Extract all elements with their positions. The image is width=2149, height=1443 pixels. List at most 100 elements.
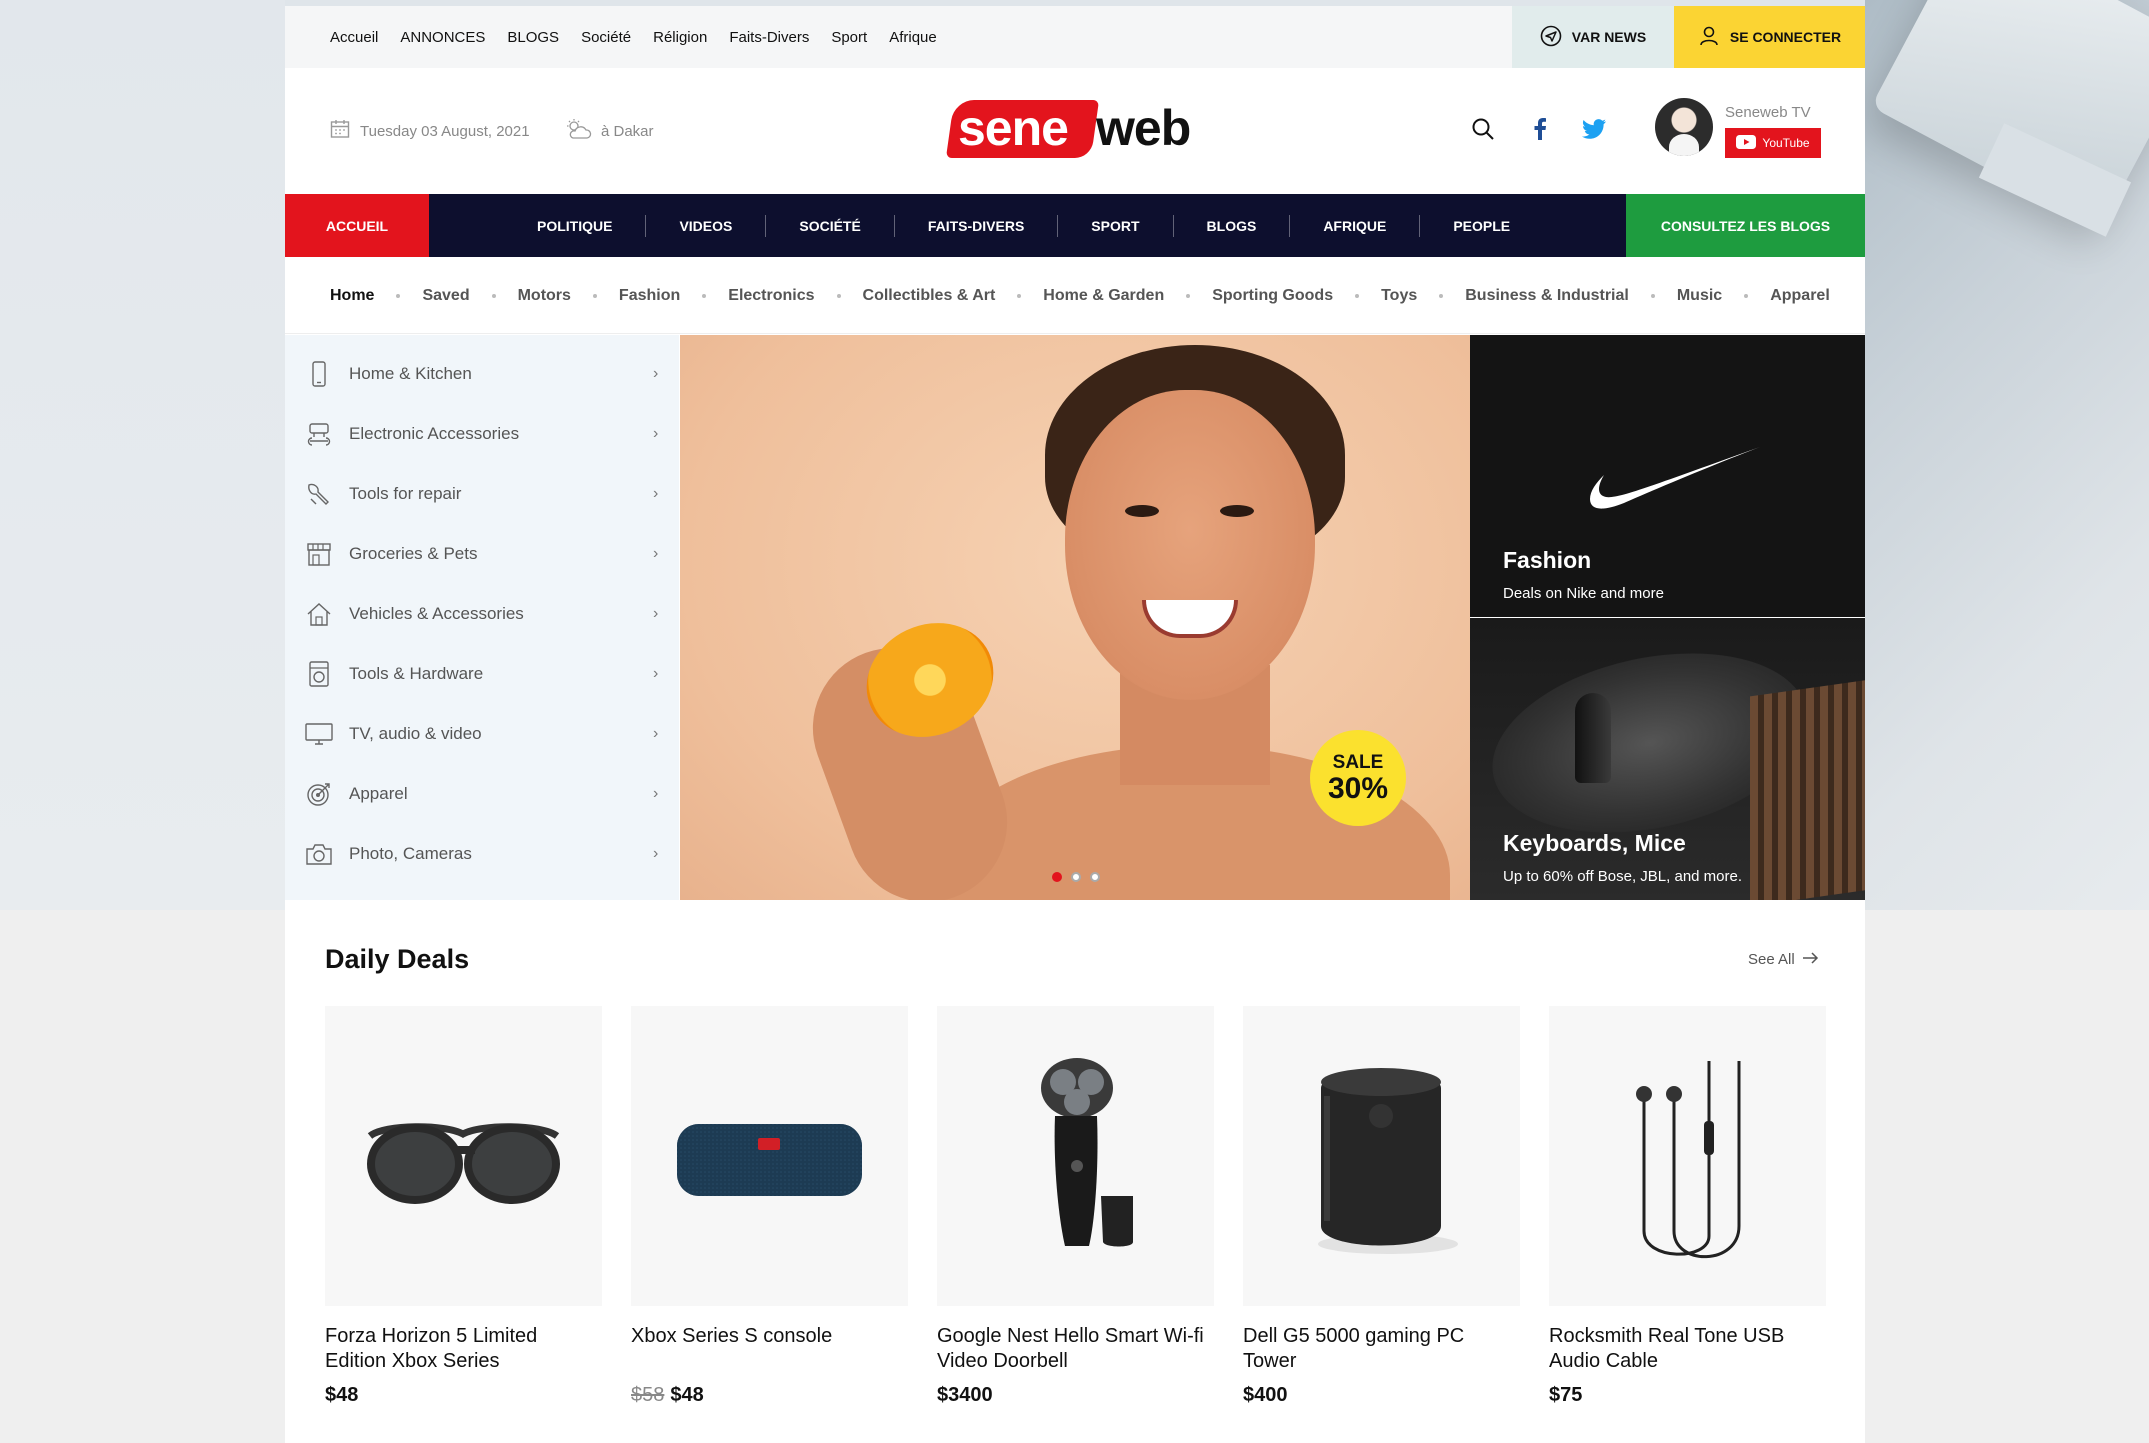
sidebar-item-label: Electronic Accessories	[349, 424, 520, 443]
main-nav-sport[interactable]: SPORT	[1058, 214, 1174, 237]
house-icon	[305, 600, 333, 628]
twitter-icon[interactable]	[1579, 114, 1609, 144]
main-nav-people[interactable]: PEOPLE	[1420, 215, 1543, 237]
login-button[interactable]: SE CONNECTER	[1674, 6, 1865, 68]
sidebar-item-tv-audio[interactable]: TV, audio & video ›	[285, 704, 679, 764]
facebook-icon[interactable]	[1525, 114, 1555, 144]
category-home[interactable]: Home	[330, 287, 374, 305]
date-text: Tuesday 03 August, 2021	[360, 122, 530, 140]
phone-icon	[305, 360, 333, 388]
consult-blogs-button[interactable]: CONSULTEZ LES BLOGS	[1626, 194, 1865, 257]
main-nav-afrique[interactable]: AFRIQUE	[1290, 214, 1421, 237]
category-sporting-goods[interactable]: Sporting Goods	[1212, 287, 1333, 305]
youtube-icon	[1736, 134, 1757, 152]
product-card[interactable]: Google Nest Hello Smart Wi-fi Video Door…	[937, 1006, 1214, 1406]
slider-dot-1[interactable]	[1052, 872, 1062, 882]
product-image	[631, 1006, 908, 1306]
top-link-accueil[interactable]: Accueil	[330, 29, 378, 46]
top-link-blogs[interactable]: BLOGS	[507, 29, 559, 46]
sidebar-item-vehicles[interactable]: Vehicles & Accessories ›	[285, 584, 679, 644]
main-nav-faits-divers[interactable]: FAITS-DIVERS	[895, 214, 1059, 237]
date-display: Tuesday 03 August, 2021	[330, 68, 530, 194]
main-nav-societe[interactable]: SOCIÉTÉ	[766, 214, 895, 237]
chevron-right-icon: ›	[653, 485, 659, 502]
chevron-right-icon: ›	[653, 785, 659, 802]
product-card[interactable]: Xbox Series S console $58 $48	[631, 1006, 908, 1406]
product-current-price: $400	[1243, 1384, 1288, 1406]
category-motors[interactable]: Motors	[518, 287, 571, 305]
promo-keyboards[interactable]: Keyboards, Mice Up to 60% off Bose, JBL,…	[1470, 618, 1865, 900]
product-image	[937, 1006, 1214, 1306]
category-apparel[interactable]: Apparel	[1770, 287, 1830, 305]
see-all-link[interactable]: See All	[1748, 951, 1819, 968]
product-card[interactable]: Rocksmith Real Tone USB Audio Cable $75	[1549, 1006, 1826, 1406]
chevron-right-icon: ›	[653, 365, 659, 382]
sidebar-item-home-kitchen[interactable]: Home & Kitchen ›	[285, 344, 679, 404]
product-image	[1549, 1006, 1826, 1306]
slider-dot-2[interactable]	[1071, 872, 1081, 882]
sidebar-item-electronic-accessories[interactable]: Electronic Accessories ›	[285, 404, 679, 464]
sidebar-item-tools-repair[interactable]: Tools for repair ›	[285, 464, 679, 524]
category-saved[interactable]: Saved	[422, 287, 469, 305]
avatar[interactable]	[1655, 98, 1713, 156]
separator-dot	[396, 293, 401, 298]
main-nav-items: POLITIQUE VIDEOS SOCIÉTÉ FAITS-DIVERS SP…	[504, 194, 1543, 257]
page: Accueil ANNONCES BLOGS Société Réligion …	[285, 6, 1865, 1443]
sidebar-item-photo-cameras[interactable]: Photo, Cameras ›	[285, 824, 679, 884]
top-link-afrique[interactable]: Afrique	[889, 29, 937, 46]
separator-dot	[1186, 293, 1191, 298]
weather-display: à Dakar	[565, 68, 654, 194]
sidebar-item-groceries-pets[interactable]: Groceries & Pets ›	[285, 524, 679, 584]
seneweb-logo[interactable]: sene web	[945, 98, 1191, 162]
main-nav-blogs[interactable]: BLOGS	[1174, 214, 1291, 237]
product-card[interactable]: Forza Horizon 5 Limited Edition Xbox Ser…	[325, 1006, 602, 1406]
category-fashion[interactable]: Fashion	[619, 287, 680, 305]
sidebar-item-apparel[interactable]: Apparel ›	[285, 764, 679, 824]
promo-title: Keyboards, Mice	[1503, 830, 1686, 856]
category-collectibles[interactable]: Collectibles & Art	[863, 287, 996, 305]
top-link-sport[interactable]: Sport	[831, 29, 867, 46]
sidebar-item-label: Tools & Hardware	[349, 664, 484, 683]
product-card[interactable]: Dell G5 5000 gaming PC Tower $400	[1243, 1006, 1520, 1406]
monitor-icon	[305, 720, 333, 748]
sale-badge: SALE 30%	[1310, 730, 1406, 826]
category-toys[interactable]: Toys	[1381, 287, 1417, 305]
category-home-garden[interactable]: Home & Garden	[1043, 287, 1164, 305]
var-news-label: VAR NEWS	[1571, 29, 1647, 45]
chevron-right-icon: ›	[653, 665, 659, 682]
location-text: à Dakar	[601, 122, 654, 140]
product-current-price: $75	[1549, 1384, 1583, 1406]
sidebar-item-tools-hardware[interactable]: Tools & Hardware ›	[285, 644, 679, 704]
category-business[interactable]: Business & Industrial	[1465, 287, 1629, 305]
chevron-right-icon: ›	[653, 725, 659, 742]
main-nav-politique[interactable]: POLITIQUE	[504, 214, 647, 237]
promo-subtitle: Up to 60% off Bose, JBL, and more.	[1503, 868, 1743, 885]
top-link-religion[interactable]: Réligion	[653, 29, 707, 46]
promo-fashion[interactable]: Fashion Deals on Nike and more	[1470, 335, 1865, 617]
top-nav: Accueil ANNONCES BLOGS Société Réligion …	[330, 6, 937, 68]
top-link-faits-divers[interactable]: Faits-Divers	[729, 29, 809, 46]
product-price: $400	[1243, 1384, 1288, 1407]
camera-icon	[305, 840, 333, 868]
youtube-button[interactable]: YouTube	[1725, 128, 1821, 158]
weather-icon	[565, 118, 593, 144]
main-nav-videos[interactable]: VIDEOS	[646, 214, 767, 237]
separator-dot	[1650, 293, 1655, 298]
hero-slider[interactable]: SALE 30%	[680, 335, 1470, 900]
var-news-button[interactable]: VAR NEWS	[1512, 6, 1674, 68]
sidebar-item-label: Apparel	[349, 784, 408, 803]
product-current-price: $48	[670, 1384, 704, 1406]
slider-dot-3[interactable]	[1090, 872, 1100, 882]
section-title: Daily Deals	[325, 944, 470, 974]
category-music[interactable]: Music	[1677, 287, 1722, 305]
product-name: Rocksmith Real Tone USB Audio Cable	[1549, 1325, 1785, 1372]
calendar-icon	[330, 119, 350, 143]
top-link-annonces[interactable]: ANNONCES	[400, 29, 485, 46]
sidebar-item-label: TV, audio & video	[349, 724, 482, 743]
sidebar-item-label: Groceries & Pets	[349, 544, 478, 563]
category-electronics[interactable]: Electronics	[728, 287, 814, 305]
search-icon[interactable]	[1468, 114, 1498, 144]
main-nav-home[interactable]: ACCUEIL	[285, 194, 429, 257]
chevron-right-icon: ›	[653, 845, 659, 862]
top-link-societe[interactable]: Société	[581, 29, 631, 46]
